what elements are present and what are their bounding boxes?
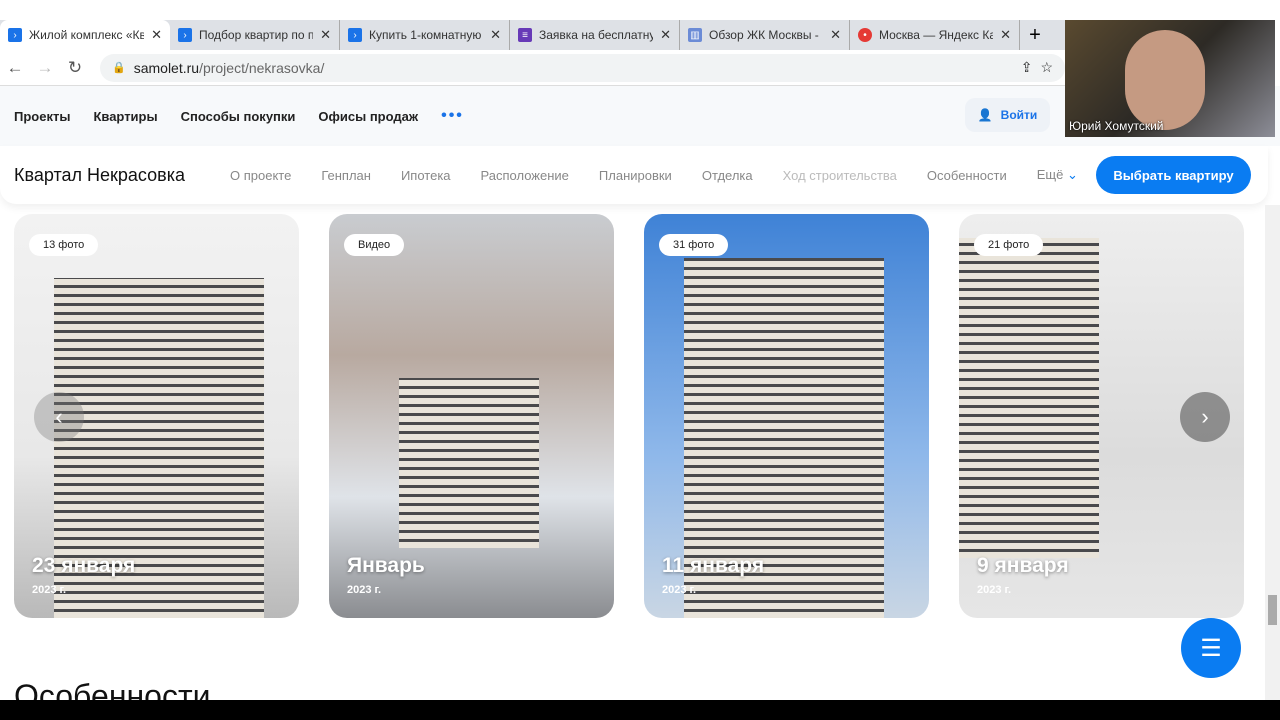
more-label: Ещё [1036, 167, 1064, 182]
card-year: 2023 г. [32, 584, 67, 596]
login-label: Войти [1000, 108, 1038, 122]
subnav-location[interactable]: Расположение [481, 168, 569, 183]
map-pin-favicon-icon: • [858, 28, 872, 42]
browser-tab[interactable]: › Подбор квартир по параметрам ✕ [170, 20, 340, 50]
subnav-construction-progress[interactable]: Ход строительства [783, 168, 897, 183]
forward-icon[interactable]: → [30, 58, 60, 78]
url-input[interactable]: 🔒 samolet.ru/project/nekrasovka/ ⇪ ☆ [100, 53, 1065, 82]
chat-button[interactable]: ☰ [1181, 618, 1241, 678]
browser-tab[interactable]: ▥ Обзор ЖК Москвы - ✕ [680, 20, 850, 50]
photo-count-badge: 31 фото [659, 234, 729, 256]
tab-title: Обзор ЖК Москвы - [709, 28, 819, 42]
nav-purchase-methods[interactable]: Способы покупки [181, 109, 296, 124]
url-path: /project/nekrasovka/ [199, 59, 325, 76]
login-button[interactable]: 👤 Войти [965, 98, 1050, 132]
nav-projects[interactable]: Проекты [14, 109, 70, 124]
progress-card[interactable]: 31 фото 11 января 2023 г. [644, 214, 929, 618]
video-call-overlay: Юрий Хомутский [1065, 20, 1275, 137]
browser-tab[interactable]: › Купить 1-комнатную квартиру ✕ [340, 20, 510, 50]
video-badge: Видео [344, 234, 405, 256]
building-image [399, 378, 539, 548]
tab-title: Москва — Яндекс Карты [879, 28, 994, 42]
browser-tab[interactable]: • Москва — Яндекс Карты ✕ [850, 20, 1020, 50]
nav-sales-offices[interactable]: Офисы продаж [318, 109, 418, 124]
subnav-more[interactable]: Ещё ⌄ [1037, 167, 1078, 183]
city-favicon-icon: ▥ [688, 28, 702, 42]
participant-video [1125, 30, 1205, 130]
card-year: 2023 г. [977, 584, 1012, 596]
url-host: samolet.ru [133, 59, 200, 76]
new-tab-button[interactable]: + [1020, 20, 1050, 50]
close-icon[interactable]: ✕ [660, 27, 671, 43]
back-icon[interactable]: ← [0, 58, 30, 78]
close-icon[interactable]: ✕ [830, 27, 841, 43]
samolet-favicon-icon: › [348, 28, 362, 42]
subnav-about[interactable]: О проекте [230, 168, 291, 183]
tab-title: Подбор квартир по параметрам [199, 28, 314, 42]
carousel-prev-button[interactable]: ‹ [34, 392, 84, 442]
more-dots-icon[interactable]: ••• [441, 107, 464, 125]
card-date: 11 января [662, 554, 765, 577]
card-date: 9 января [977, 554, 1069, 577]
project-title: Квартал Некрасовка [14, 164, 185, 185]
card-year: 2023 г. [347, 584, 382, 596]
subnav-masterplan[interactable]: Генплан [321, 168, 371, 183]
participant-name: Юрий Хомутский [1069, 119, 1164, 133]
subnav-finishing[interactable]: Отделка [702, 168, 753, 183]
progress-card[interactable]: Видео Январь 2023 г. [329, 214, 614, 618]
star-icon[interactable]: ☆ [1040, 59, 1053, 76]
chevron-left-icon: ‹ [55, 404, 63, 429]
browser-tab-strip: › Жилой комплекс «Квартал Некрасовка» ✕ › П… [0, 20, 1065, 50]
nav-apartments[interactable]: Квартиры [93, 109, 157, 124]
browser-tab[interactable]: › Жилой комплекс «Квартал Некрасовка» ✕ [0, 20, 170, 50]
subnav-features[interactable]: Особенности [927, 168, 1007, 183]
close-icon[interactable]: ✕ [320, 27, 331, 43]
close-icon[interactable]: ✕ [151, 27, 162, 43]
close-icon[interactable]: ✕ [1000, 27, 1011, 43]
card-date: 23 января [32, 554, 136, 577]
chat-icon: ☰ [1200, 634, 1222, 662]
samolet-favicon-icon: › [178, 28, 192, 42]
browser-tab[interactable]: ≡ Заявка на бесплатную консультацию ✕ [510, 20, 680, 50]
carousel-next-button[interactable]: › [1180, 392, 1230, 442]
subnav-layouts[interactable]: Планировки [599, 168, 672, 183]
video-letterbox [0, 700, 1280, 720]
reload-icon[interactable]: ↻ [60, 58, 90, 78]
samolet-favicon-icon: › [8, 28, 22, 42]
tab-title: Заявка на бесплатную консультацию [539, 28, 654, 42]
card-date: Январь [347, 554, 425, 577]
tab-title: Жилой комплекс «Квартал Некрасовка» [29, 28, 145, 42]
address-bar-row: ← → ↻ 🔒 samolet.ru/project/nekrasovka/ ⇪ ☆ [0, 50, 1065, 86]
scrollbar-thumb[interactable] [1268, 595, 1277, 625]
close-icon[interactable]: ✕ [490, 27, 501, 43]
chevron-down-icon: ⌄ [1066, 167, 1078, 182]
share-icon[interactable]: ⇪ [1021, 59, 1033, 76]
chevron-right-icon: › [1201, 404, 1209, 429]
choose-apartment-button[interactable]: Выбрать квартиру [1096, 156, 1251, 194]
building-image [959, 238, 1099, 558]
photo-count-badge: 13 фото [29, 234, 99, 256]
card-year: 2023 г. [662, 584, 697, 596]
lock-icon: 🔒 [112, 62, 126, 74]
project-subnav: Квартал Некрасовка О проекте Генплан Ипо… [0, 146, 1268, 204]
forms-favicon-icon: ≡ [518, 28, 532, 42]
user-icon: 👤 [977, 108, 993, 122]
tab-title: Купить 1-комнатную квартиру [369, 28, 483, 42]
scrollbar[interactable] [1265, 205, 1280, 700]
photo-count-badge: 21 фото [974, 234, 1044, 256]
subnav-mortgage[interactable]: Ипотека [401, 168, 451, 183]
